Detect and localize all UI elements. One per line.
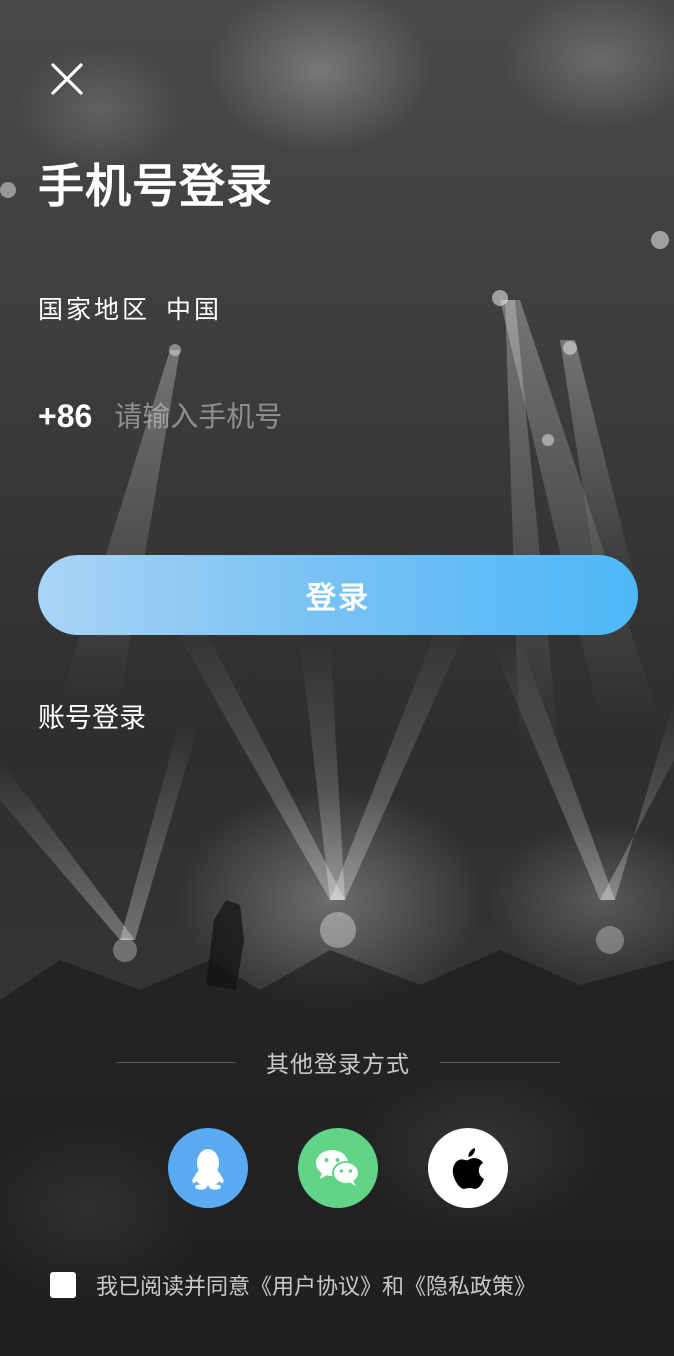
wechat-login-button[interactable] [298, 1128, 378, 1208]
privacy-policy-link[interactable]: 《隐私政策》 [404, 1275, 536, 1300]
divider-right [440, 1061, 560, 1063]
agreement-text: 我已阅读并同意《用户协议》和《隐私政策》 [96, 1269, 536, 1301]
country-code[interactable]: +86 [38, 398, 92, 435]
region-label: 国家地区 [38, 295, 151, 324]
user-agreement-link[interactable]: 《用户协议》 [250, 1275, 382, 1300]
other-login-header: 其他登录方式 [116, 1045, 560, 1079]
close-button[interactable] [44, 56, 90, 102]
qq-login-button[interactable] [168, 1128, 248, 1208]
agreement-conjunction: 和 [382, 1275, 405, 1300]
apple-icon [452, 1148, 484, 1189]
wechat-icon [316, 1150, 360, 1186]
login-screen: 手机号登录 国家地区 中国 +86 登录 账号登录 其他登录方式 [0, 0, 674, 1356]
agreement-checkbox[interactable] [50, 1272, 76, 1298]
divider-left [116, 1061, 236, 1063]
close-icon [51, 63, 83, 95]
account-login-link[interactable]: 账号登录 [38, 696, 146, 735]
page-title: 手机号登录 [38, 159, 273, 213]
login-button[interactable]: 登录 [38, 555, 638, 635]
agreement-prefix: 我已阅读并同意 [96, 1275, 251, 1300]
agreement-row: 我已阅读并同意《用户协议》和《隐私政策》 [50, 1266, 650, 1304]
social-login-row [168, 1128, 508, 1208]
other-login-label: 其他登录方式 [266, 1052, 410, 1078]
phone-input[interactable] [114, 399, 638, 433]
region-value: 中国 [166, 295, 223, 324]
region-selector[interactable]: 国家地区 中国 [38, 290, 222, 326]
qq-penguin-icon [192, 1149, 224, 1190]
phone-field: +86 [38, 390, 638, 442]
apple-login-button[interactable] [428, 1128, 508, 1208]
